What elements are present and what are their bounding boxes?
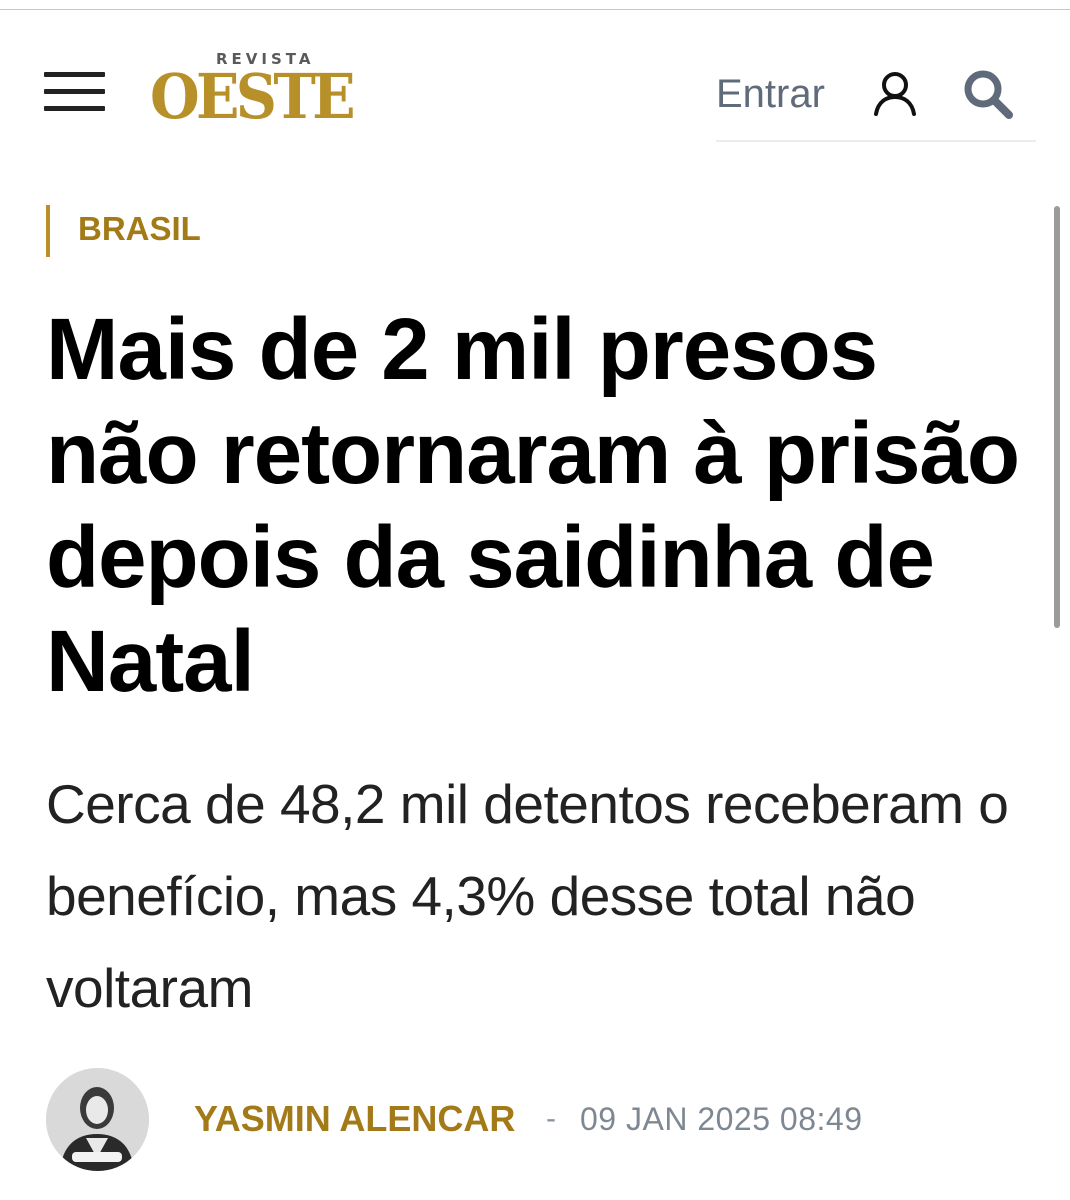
- article-headline: Mais de 2 mil presos não retornaram à pr…: [46, 301, 1020, 710]
- hamburger-menu-icon[interactable]: [44, 72, 105, 112]
- top-divider: [0, 9, 1070, 10]
- site-logo[interactable]: REVISTA OESTE: [150, 50, 380, 135]
- byline-separator: -: [546, 1102, 556, 1135]
- category-tag[interactable]: BRASIL: [46, 205, 201, 257]
- user-icon[interactable]: [872, 70, 918, 116]
- author-avatar[interactable]: [46, 1068, 149, 1171]
- scrollbar[interactable]: [1054, 206, 1060, 628]
- article-subtitle: Cerca de 48,2 mil detentos receberam o b…: [46, 773, 1009, 1019]
- login-link[interactable]: Entrar: [716, 68, 825, 120]
- publish-date: 09 JAN 2025 08:49: [580, 1101, 863, 1137]
- article-page: REVISTA OESTE Entrar BRASIL Mais de 2 mi…: [0, 0, 1070, 1200]
- author-name[interactable]: YASMIN ALENCAR: [194, 1096, 515, 1142]
- logo-wordmark: OESTE: [150, 60, 356, 133]
- header-divider: [716, 140, 1036, 142]
- search-icon[interactable]: [962, 68, 1014, 120]
